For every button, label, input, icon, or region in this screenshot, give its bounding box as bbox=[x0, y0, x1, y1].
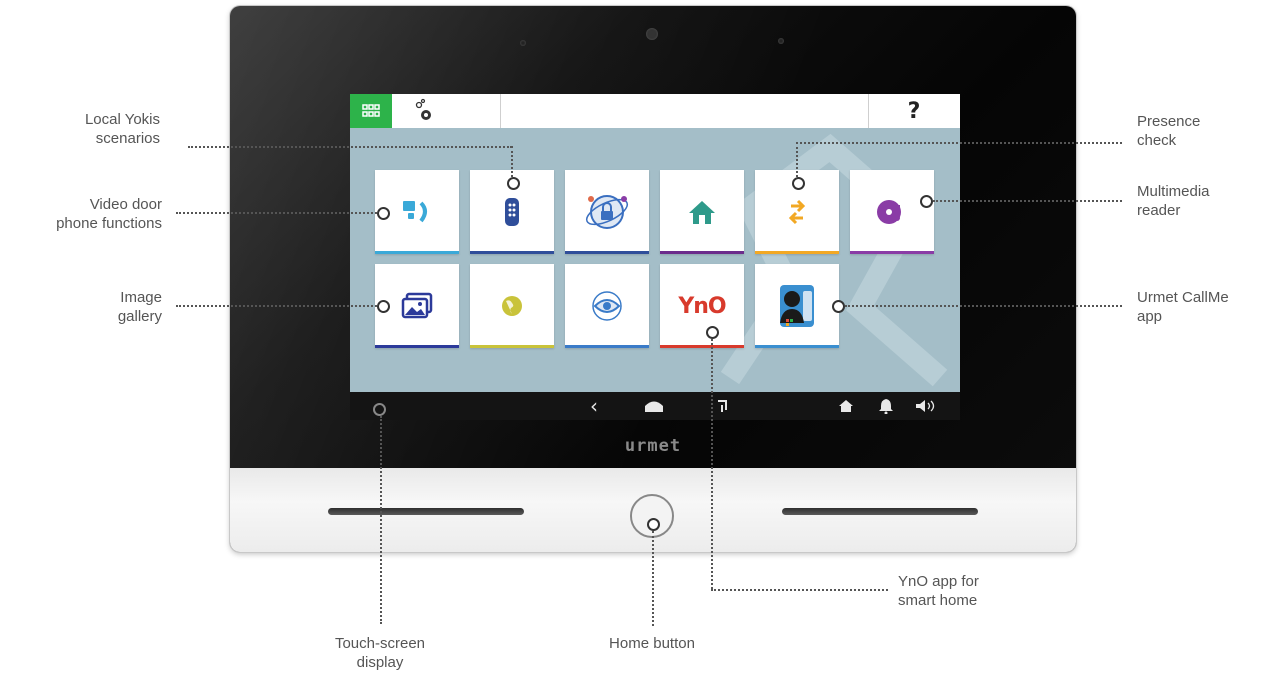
volume-button[interactable] bbox=[911, 392, 941, 420]
callout-marker bbox=[832, 300, 845, 313]
pictures-icon bbox=[401, 292, 433, 319]
padlock-orbit-icon bbox=[585, 195, 629, 229]
callme-tile[interactable] bbox=[755, 264, 839, 348]
label-video-door: Video door phone functions bbox=[56, 196, 162, 232]
callme-app-icon bbox=[780, 285, 814, 327]
callout-line bbox=[176, 305, 377, 307]
callout-marker bbox=[706, 326, 719, 339]
callout-line bbox=[176, 212, 377, 214]
yno-logo-icon: YnO bbox=[660, 264, 744, 348]
globe-icon bbox=[502, 296, 522, 316]
callout-line bbox=[188, 146, 512, 148]
label-yno-app: YnO app for smart home bbox=[898, 573, 979, 609]
settings-button[interactable] bbox=[392, 94, 500, 128]
brand-logo: urmet bbox=[624, 436, 682, 456]
arrows-exchange-icon bbox=[788, 199, 806, 225]
label-home-button: Home button bbox=[609, 635, 695, 652]
background-pattern bbox=[720, 133, 948, 387]
label-local-yokis: Local Yokis scenarios bbox=[84, 111, 160, 147]
speaker-slot-left bbox=[328, 508, 524, 515]
touch-screen-marker bbox=[373, 403, 386, 416]
callout-marker bbox=[377, 300, 390, 313]
camera-sensor-right bbox=[778, 38, 784, 44]
help-button[interactable]: ? bbox=[868, 94, 960, 128]
callout-marker bbox=[507, 177, 520, 190]
top-bar: ? bbox=[350, 94, 960, 128]
camera-lens bbox=[646, 28, 658, 40]
camera-sensor-left bbox=[520, 40, 526, 46]
label-multimedia-reader: Multimedia reader bbox=[1137, 183, 1210, 219]
yno-logo-text: YnO bbox=[678, 293, 726, 319]
back-button[interactable]: ‹ bbox=[579, 392, 609, 420]
callout-line bbox=[511, 146, 513, 177]
home-nav-button[interactable] bbox=[639, 392, 669, 420]
home-status-button[interactable] bbox=[831, 392, 861, 420]
callout-marker bbox=[792, 177, 805, 190]
callout-line bbox=[796, 142, 798, 177]
grid-icon bbox=[362, 104, 380, 117]
notifications-button[interactable] bbox=[871, 392, 901, 420]
music-disc-icon bbox=[877, 200, 901, 224]
remote-control-icon bbox=[505, 198, 519, 226]
yno-tile[interactable]: YnO bbox=[660, 264, 744, 348]
back-arrow-icon: ‹ bbox=[590, 394, 598, 418]
callout-line bbox=[380, 416, 382, 624]
speaker-slot-right bbox=[782, 508, 978, 515]
callout-line bbox=[796, 142, 1122, 144]
house-icon bbox=[689, 201, 715, 224]
home-nav-icon bbox=[645, 401, 663, 412]
house-status-icon bbox=[839, 400, 853, 412]
web-tile[interactable] bbox=[470, 264, 554, 348]
callout-line bbox=[652, 531, 654, 626]
door-phone-icon bbox=[403, 201, 427, 223]
callout-marker bbox=[377, 207, 390, 220]
multimedia-tile[interactable] bbox=[850, 170, 934, 254]
callout-marker bbox=[647, 518, 660, 531]
label-touch-screen: Touch-screen display bbox=[334, 635, 426, 671]
label-image-gallery: Image gallery bbox=[117, 289, 162, 325]
callout-line bbox=[845, 305, 1122, 307]
recent-apps-icon bbox=[718, 400, 727, 412]
callout-marker bbox=[920, 195, 933, 208]
security-tile[interactable] bbox=[565, 170, 649, 254]
intercom-device: ? YnO ‹ urmet bbox=[230, 6, 1076, 552]
top-divider bbox=[500, 94, 501, 128]
callout-line bbox=[711, 589, 888, 591]
apps-grid-button[interactable] bbox=[350, 94, 392, 128]
callout-line bbox=[933, 200, 1122, 202]
label-presence-check: Presence check bbox=[1137, 113, 1201, 149]
speaker-icon bbox=[916, 400, 935, 412]
camera-eye-tile[interactable] bbox=[565, 264, 649, 348]
eye-icon bbox=[592, 291, 622, 321]
gear-icon bbox=[415, 98, 431, 120]
bell-icon bbox=[879, 399, 893, 414]
home-tile[interactable] bbox=[660, 170, 744, 254]
navigation-bar: ‹ bbox=[350, 392, 960, 420]
callout-line bbox=[711, 339, 713, 589]
label-urmet-callme: Urmet CallMe app bbox=[1137, 289, 1229, 325]
